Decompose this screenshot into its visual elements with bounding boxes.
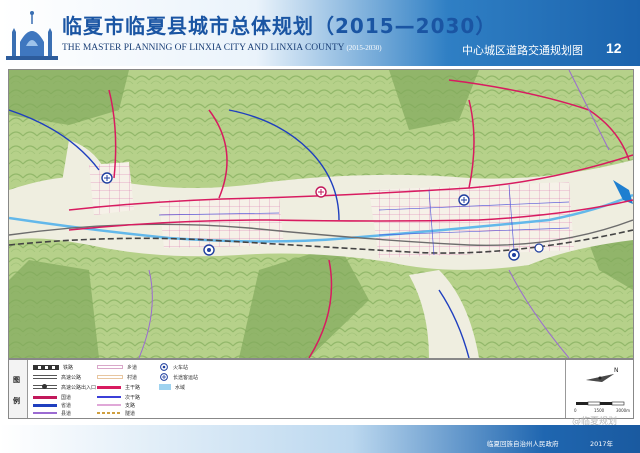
legend-bus-station-label: 长途客运站 [173, 374, 199, 381]
legend-expressway-exit: 高速公路出入口 [33, 383, 96, 391]
secondary-road-line-icon [97, 396, 121, 398]
legend-heading-bottom: 例 [13, 397, 20, 405]
map-canvas [9, 70, 633, 358]
issue-year: 2017年 [590, 440, 614, 448]
mosque-logo-icon [6, 11, 58, 60]
national-road-line-icon [33, 395, 57, 399]
north-label: N [614, 367, 619, 374]
legend-village-road-label: 村道 [127, 374, 138, 381]
train-station-icon [159, 363, 169, 371]
legend-national-road: 国道 [33, 393, 71, 401]
legend-county-road: 县道 [33, 409, 71, 417]
county-road-line-icon [33, 412, 57, 414]
legend-township-road: 乡道 [97, 363, 137, 371]
legend-trunk-road-label: 主干路 [125, 384, 141, 391]
legend-trunk-road: 主干路 [97, 383, 140, 391]
legend-tunnel-label: 隧道 [125, 410, 136, 417]
legend-secondary-road-label: 次干路 [125, 394, 141, 401]
village-road-line-icon [97, 375, 123, 379]
interchange-marker[interactable] [534, 243, 544, 253]
legend-water: 水域 [159, 383, 185, 391]
north-arrow-icon: N 0 1500 3000m [574, 367, 630, 413]
issuing-government: 临夏回族自治州人民政府 [487, 440, 559, 448]
township-road-line-icon [97, 365, 123, 369]
subtitle-years: (2015-2030) [346, 44, 382, 52]
subtitle-english: THE MASTER PLANNING OF LINXIA CITY AND L… [62, 43, 345, 53]
trunk-road-line-icon [97, 385, 121, 389]
sheet-number: 12 [606, 40, 622, 56]
legend-national-road-label: 国道 [61, 394, 72, 401]
legend-panel: 图 例 铁路 高速公路 高速公路出入口 国道 省道 县道 乡道 村道 主干路 次… [8, 359, 634, 419]
legend-provincial-road-label: 省道 [61, 402, 72, 409]
railway-line-icon [33, 364, 59, 370]
legend-county-road-label: 县道 [61, 410, 72, 417]
legend-train-station-label: 火车站 [173, 364, 189, 371]
legend-heading-top: 图 [13, 376, 20, 384]
page-subtitle: THE MASTER PLANNING OF LINXIA CITY AND L… [62, 43, 382, 53]
legend-branch-road-label: 支路 [125, 402, 136, 409]
legend-expressway-label: 高速公路 [61, 374, 82, 381]
legend-expressway: 高速公路 [33, 373, 81, 381]
provincial-road-line-icon [33, 403, 57, 407]
road-plan-map[interactable] [8, 69, 634, 359]
scale-label-1500: 1500 [594, 408, 605, 413]
legend-expressway-exit-label: 高速公路出入口 [61, 384, 97, 391]
legend-train-station: 火车站 [159, 363, 188, 371]
train-station-marker[interactable] [203, 244, 215, 256]
legend-railway-label: 铁路 [63, 364, 74, 371]
footer-banner: 临夏回族自治州人民政府 2017年 [0, 425, 640, 453]
compass-scale-box: N 0 1500 3000m [565, 360, 633, 418]
sheet-title: 中心城区道路交通规划图 [462, 44, 583, 57]
bus-station-marker-east[interactable] [458, 194, 470, 206]
expressway-line-icon [33, 375, 57, 379]
branch-road-line-icon [97, 404, 121, 406]
page-title: 临夏市临夏县城市总体规划（2015—2030） [62, 14, 497, 38]
bus-station-marker-west[interactable] [101, 172, 113, 184]
legend-provincial-road: 省道 [33, 401, 71, 409]
legend-bus-station: 长途客运站 [159, 373, 198, 381]
legend-secondary-road: 次干路 [97, 393, 140, 401]
legend-township-road-label: 乡道 [127, 364, 138, 371]
expressway-exit-icon [33, 384, 57, 389]
scale-label-0: 0 [574, 408, 577, 413]
legend-water-label: 水域 [175, 384, 186, 391]
scale-bar [576, 401, 625, 406]
header-banner: 临夏市临夏县城市总体规划（2015—2030） THE MASTER PLANN… [0, 0, 640, 66]
legend-tunnel: 隧道 [97, 409, 135, 417]
train-station-marker-east[interactable] [508, 249, 520, 261]
bus-station-marker-center[interactable] [315, 186, 327, 198]
legend-branch-road: 支路 [97, 401, 135, 409]
water-area-icon [159, 384, 171, 390]
tunnel-line-icon [97, 412, 121, 414]
legend-village-road: 村道 [97, 373, 137, 381]
scale-label-3000: 3000m [616, 408, 630, 413]
legend-railway: 铁路 [33, 363, 73, 371]
legend-heading: 图 例 [9, 360, 28, 418]
bus-station-icon [159, 373, 169, 381]
